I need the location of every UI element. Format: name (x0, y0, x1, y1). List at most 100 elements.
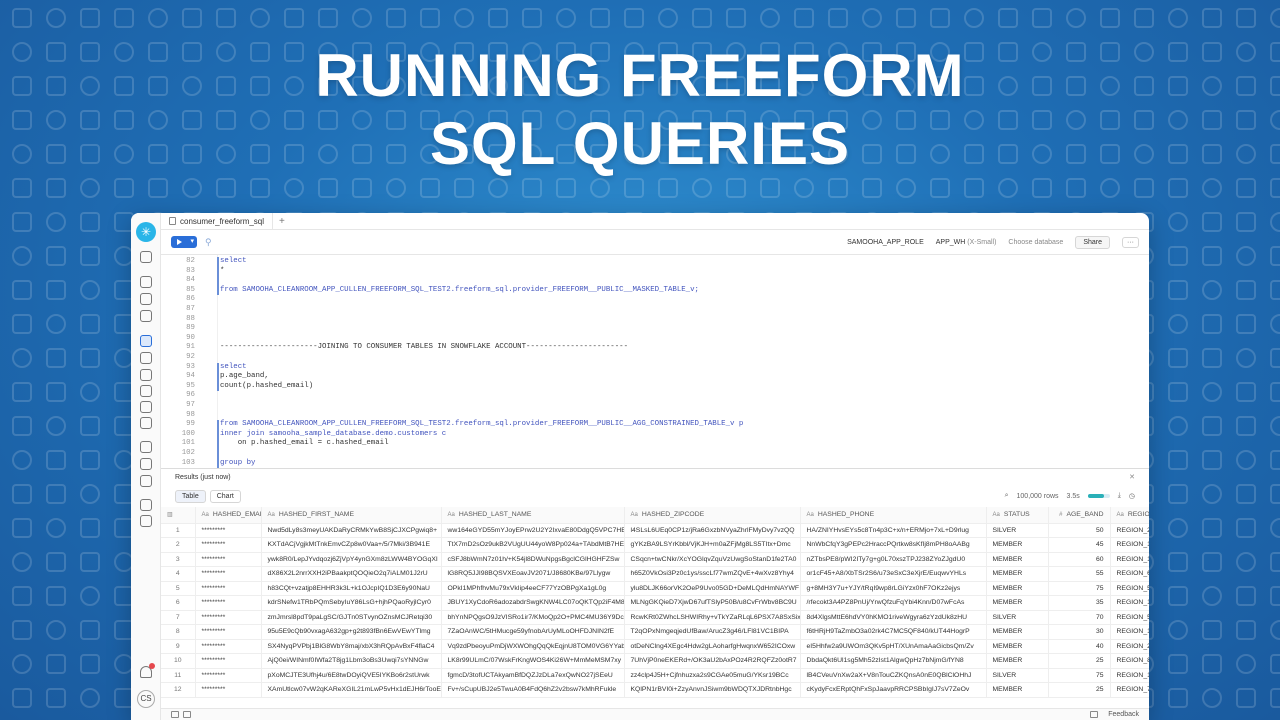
tab-consumer-freeform-sql[interactable]: consumer_freeform_sql (161, 213, 274, 230)
editor-line[interactable]: 98 (161, 411, 1149, 421)
editor-line[interactable]: 100 inner join samooha_sample_database.de… (161, 429, 1149, 440)
column-header[interactable]: Aa HASHED_FIRST_NAME (261, 507, 442, 524)
more-options-button[interactable]: ··· (1122, 236, 1139, 248)
data-icon[interactable] (140, 352, 152, 364)
marketplace-icon[interactable] (140, 475, 152, 487)
table-row[interactable]: 8 ********* 95u5E9cQb90vxagA632gp+g2t893fB… (161, 624, 1149, 640)
pattern-icon (46, 314, 66, 334)
database-selector[interactable]: Choose database (1008, 239, 1063, 246)
format-icon[interactable]: ⚲ (205, 237, 212, 248)
row-index-cell: 7 (161, 610, 196, 625)
run-button[interactable]: ▾ (171, 236, 197, 248)
statement-marker (217, 257, 219, 267)
table-row[interactable]: 9 ********* SX4NyqPVPbj1BlG8WbY8maj/xbX3hR… (161, 639, 1149, 654)
column-header[interactable]: # AGE_BAND (1048, 507, 1111, 524)
column-header[interactable]: AaREGION_CODE (1110, 507, 1149, 524)
share-button[interactable]: Share (1075, 235, 1110, 249)
pattern-icon (46, 518, 66, 538)
editor-line[interactable]: 83 * (161, 266, 1149, 277)
table-row[interactable]: 1 ********* Nwd5dLy8s3meyUAKDaRyCRMkYwB8Sj… (161, 523, 1149, 538)
pattern-icon (1270, 450, 1280, 470)
column-header[interactable]: Aa HASHED_EMAIL (195, 507, 262, 524)
cloud-icon[interactable] (140, 458, 152, 470)
editor-line[interactable]: 96 (161, 391, 1149, 401)
editor-line[interactable]: 102 (161, 449, 1149, 459)
headline-line-2: SQL QUERIES (430, 110, 850, 177)
editor-line[interactable]: 91 ----------------------JOINING TO CONSU… (161, 343, 1149, 353)
layout-toggle-icon[interactable] (171, 711, 179, 718)
table-cell: 30 (1048, 624, 1111, 640)
split-view-icon[interactable] (182, 711, 191, 718)
pattern-icon (1100, 8, 1120, 28)
pattern-icon (46, 280, 66, 300)
role-selector[interactable]: SAMOOHA_APP_ROLE (847, 239, 924, 246)
editor-line[interactable]: 87 (161, 305, 1149, 315)
table-row[interactable]: 3 ********* ywk8R0/LepJYvdqozj6ZjVpY4ynGXm… (161, 552, 1149, 567)
table-cell: DbdaQkt6Ul1sg5Mh52zIst1AlgwQpHz7bNjmG/fY… (800, 653, 987, 669)
editor-line[interactable]: 93 select (161, 362, 1149, 373)
learn-icon[interactable] (140, 515, 152, 527)
new-tab-plus-icon[interactable]: + (273, 216, 291, 227)
column-header[interactable]: Aa HASHED_ZIPCODE (624, 507, 801, 524)
pattern-icon (1270, 654, 1280, 674)
table-row[interactable]: 5 ********* h83CQt+vzatjp8EHHR3k3L+k1OJcpI… (161, 581, 1149, 596)
notification-bell-icon[interactable] (140, 663, 155, 678)
pattern-icon (1202, 212, 1222, 232)
download-icon[interactable]: ⤓ (1118, 492, 1121, 500)
database-icon[interactable] (140, 441, 152, 453)
chart-view-toggle[interactable]: Chart (209, 489, 241, 503)
pattern-icon (692, 178, 712, 198)
column-header[interactable]: Aa HASHED_PHONE (800, 507, 987, 524)
editor-line[interactable]: 89 (161, 324, 1149, 334)
editor-line[interactable]: 101 on p.hashed_email = c.hashed_email (161, 439, 1149, 449)
pattern-icon (760, 178, 780, 198)
search-icon[interactable] (140, 310, 152, 322)
snowflake-logo-icon[interactable]: ✳ (136, 222, 156, 242)
editor-line[interactable]: 95 count(p.hashed_email) (161, 381, 1149, 392)
home-icon[interactable] (140, 276, 152, 288)
editor-line[interactable]: 86 (161, 295, 1149, 305)
query-history-icon[interactable]: ◷ (1129, 492, 1135, 500)
feedback-link[interactable]: Feedback (1108, 711, 1139, 718)
editor-line[interactable]: 82 select (161, 257, 1149, 267)
admin-icon[interactable] (140, 417, 152, 429)
editor-line[interactable]: 94 p.age_band, (161, 372, 1149, 382)
editor-line[interactable]: 92 (161, 353, 1149, 363)
collapse-results-icon[interactable]: ✕ (1129, 473, 1135, 481)
collapse-nav-icon[interactable] (140, 251, 152, 263)
table-row[interactable]: 4 ********* dX86X2L2nrrXXH2iPBaakptQOQieO2… (161, 566, 1149, 582)
table-row[interactable]: 10 ********* AjQ0ei/WINmf0IWfa2T8jg1Lbm3oB… (161, 653, 1149, 669)
add-icon[interactable] (140, 293, 152, 305)
table-cell: ********* (195, 566, 262, 582)
user-avatar[interactable]: CS (137, 690, 155, 708)
table-row[interactable]: 6 ********* kdrSNefw1TRbPQmSebyIuY86LsG+hj… (161, 595, 1149, 611)
panel-icon[interactable] (1090, 711, 1099, 718)
monitoring-icon[interactable] (140, 401, 152, 413)
editor-line[interactable]: 88 (161, 315, 1149, 325)
editor-line[interactable]: 84 (161, 276, 1149, 286)
ai-ml-icon[interactable] (140, 385, 152, 397)
pattern-icon (964, 178, 984, 198)
editor-line[interactable]: 85 from SAMOOHA_CLEANROOM_APP_CULLEN_FREE… (161, 285, 1149, 296)
pattern-icon (1236, 688, 1256, 708)
editor-line[interactable]: 103 group by (161, 458, 1149, 468)
help-icon[interactable] (140, 499, 152, 511)
search-results-icon[interactable]: ⌕ (1005, 492, 1009, 500)
pattern-icon (1270, 484, 1280, 504)
table-row[interactable]: 11 ********* pXoMCJTE3Ufhj4u/6E8twDOyiQVE5… (161, 668, 1149, 683)
projects-icon[interactable] (140, 335, 152, 347)
sql-editor[interactable]: 82 select 83 * 84 85 from SAMOOHA_CLEANROOM_AP… (161, 255, 1149, 468)
table-row[interactable]: 12 ********* XAmUtlcw07vW2qKAReXGIL21mLwP5… (161, 682, 1149, 698)
editor-line[interactable]: 97 (161, 401, 1149, 411)
table-cell: TtX7mD2sOz9ukB2VUgUU44yoW8Pp024a+TAbdMtB… (441, 537, 625, 553)
table-row[interactable]: 7 ********* zmJmrsl8pdT9paLgSC/GJTn0STvynO… (161, 610, 1149, 625)
data-products-icon[interactable] (140, 369, 152, 381)
pattern-icon (284, 8, 304, 28)
table-row[interactable]: 2 ********* KXTdACjVgjkMtTnkEmvCZp8w0Vaa+/… (161, 537, 1149, 553)
editor-line[interactable]: 99 from SAMOOHA_CLEANROOM_APP_CULLEN_FREE… (161, 420, 1149, 430)
column-header[interactable]: Aa STATUS (986, 507, 1049, 524)
column-header[interactable]: Aa HASHED_LAST_NAME (441, 507, 625, 524)
table-view-toggle[interactable]: Table (175, 489, 206, 503)
warehouse-selector[interactable]: APP_WH (X-Small) (936, 239, 997, 246)
editor-line[interactable]: 90 (161, 334, 1149, 344)
